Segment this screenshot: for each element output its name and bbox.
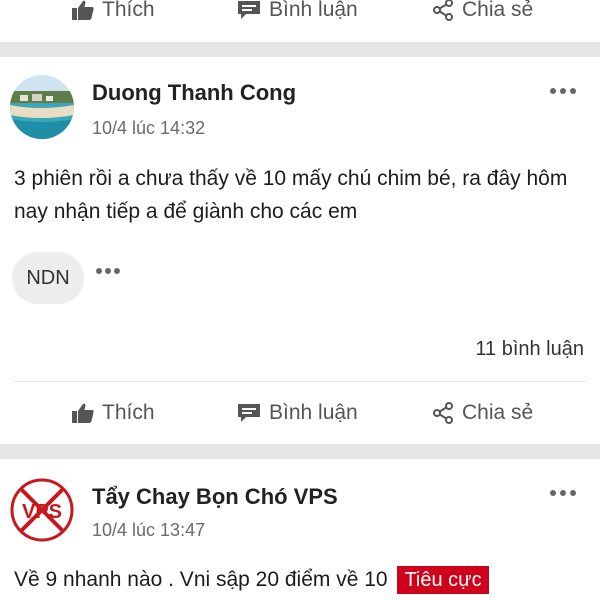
like-button[interactable]: Thích: [72, 0, 155, 22]
avatar[interactable]: [10, 75, 74, 139]
more-tags-icon[interactable]: [96, 268, 120, 274]
share-icon: [432, 0, 454, 21]
top-action-bar: Thích Bình luận Chia sẻ: [0, 0, 600, 30]
share-label: Chia sẻ: [462, 0, 534, 21]
comment-button[interactable]: Bình luận: [237, 401, 358, 425]
comment-icon: [237, 0, 261, 20]
thumbs-up-icon: [72, 403, 94, 423]
stock-tag-chip[interactable]: NDN: [12, 252, 84, 304]
like-label: Thích: [102, 0, 155, 21]
more-dots-icon[interactable]: [546, 483, 580, 503]
like-button[interactable]: Thích: [72, 401, 155, 425]
comment-count[interactable]: 11 bình luận: [475, 338, 584, 361]
post-1-action-bar: Thích Bình luận Chia sẻ: [0, 393, 600, 433]
more-dots-icon[interactable]: [546, 81, 580, 101]
sentiment-badge: Tiêu cực: [397, 566, 489, 594]
author-name[interactable]: Tẩy Chay Bọn Chó VPS: [92, 484, 338, 510]
like-label: Thích: [102, 401, 155, 424]
share-button[interactable]: Chia sẻ: [432, 0, 533, 22]
separator: [14, 381, 586, 382]
post-text-row: Về 9 nhanh nào . Vni sập 20 điểm về 10 T…: [14, 563, 589, 596]
author-name[interactable]: Duong Thanh Cong: [92, 80, 296, 106]
post-timestamp[interactable]: 10/4 lúc 13:47: [92, 520, 205, 541]
share-button[interactable]: Chia sẻ: [432, 401, 533, 425]
post-text: 3 phiên rồi a chưa thấy về 10 mấy chú ch…: [14, 167, 568, 223]
post-divider: [0, 444, 600, 459]
comment-icon: [237, 403, 261, 423]
comment-label: Bình luận: [269, 401, 358, 424]
post-text: Về 9 nhanh nào . Vni sập 20 điểm về 10: [14, 568, 388, 591]
post-timestamp[interactable]: 10/4 lúc 14:32: [92, 118, 205, 139]
avatar[interactable]: VPS: [10, 478, 74, 542]
comment-button[interactable]: Bình luận: [237, 0, 358, 22]
avatar-vps-logo-image: VPS: [10, 478, 74, 542]
thumbs-up-icon: [72, 0, 94, 20]
comment-label: Bình luận: [269, 0, 358, 21]
post-divider: [0, 42, 600, 57]
avatar-beach-image: [10, 75, 74, 139]
share-label: Chia sẻ: [462, 401, 534, 424]
share-icon: [432, 402, 454, 424]
